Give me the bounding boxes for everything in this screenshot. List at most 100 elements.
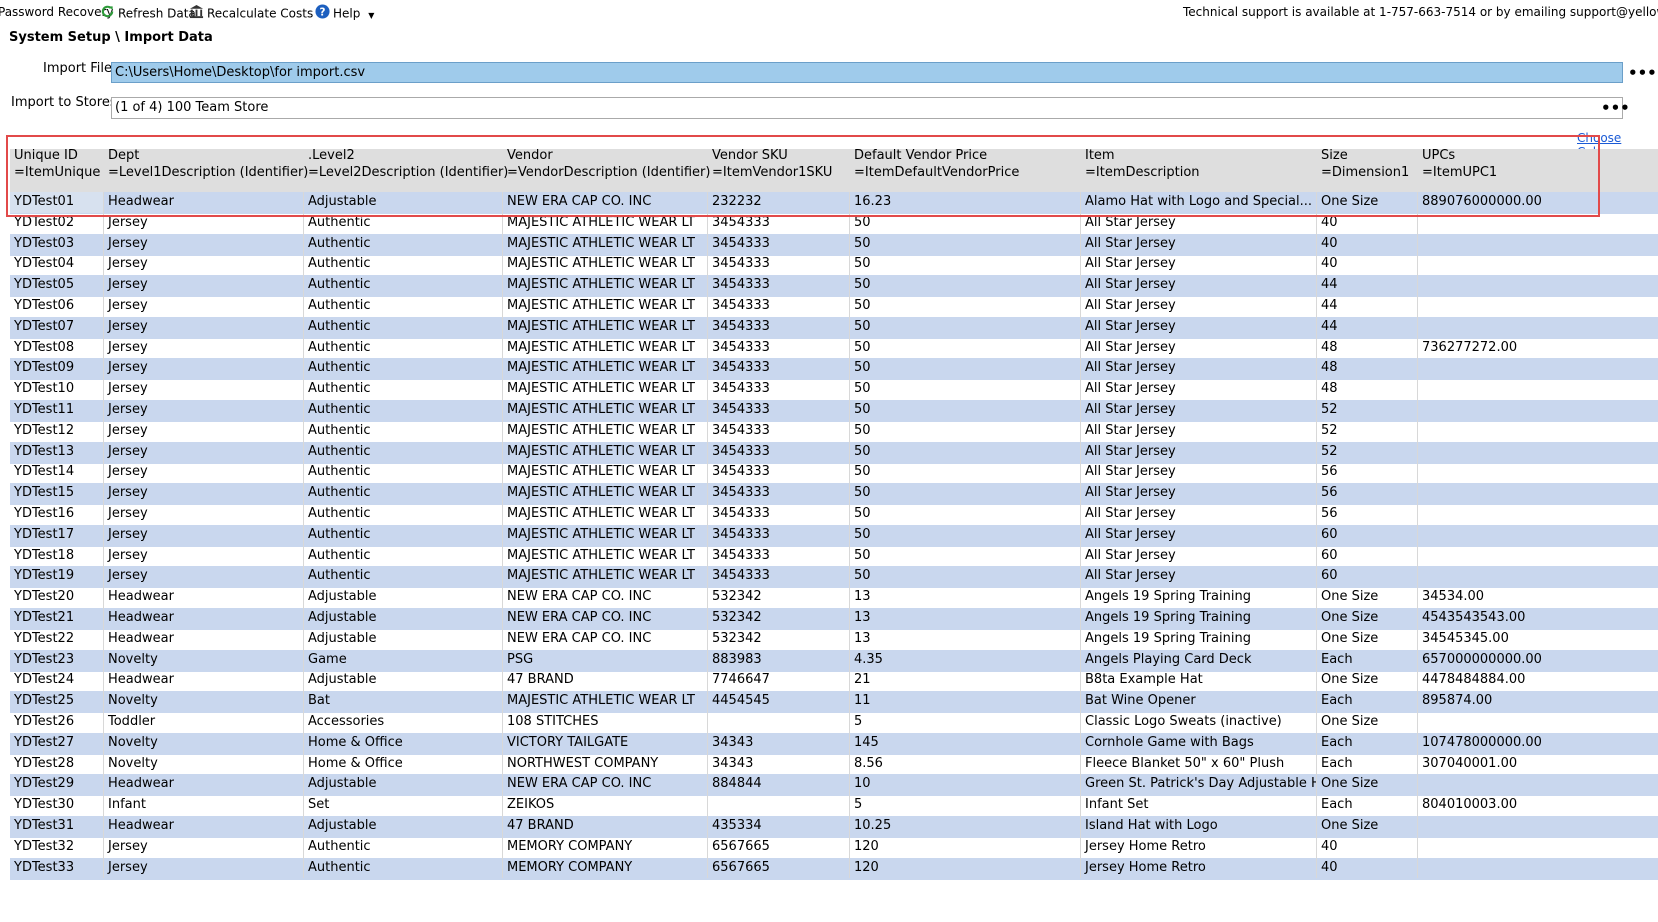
table-cell[interactable] — [1418, 275, 1658, 296]
table-cell[interactable]: YDTest26 — [10, 712, 104, 733]
table-cell[interactable]: All Star Jersey — [1081, 234, 1317, 255]
table-cell[interactable]: Novelty — [104, 754, 304, 775]
table-cell[interactable]: 657000000000.00 — [1418, 650, 1658, 671]
table-cell[interactable]: 50 — [850, 546, 1081, 567]
table-cell[interactable]: 50 — [850, 254, 1081, 275]
table-cell[interactable]: 50 — [850, 379, 1081, 400]
table-row[interactable]: YDTest15 Jersey Authentic MAJESTIC ATHLETIC… — [10, 483, 1658, 506]
table-cell[interactable] — [1418, 358, 1658, 379]
table-cell[interactable]: 307040001.00 — [1418, 754, 1658, 775]
table-row[interactable]: YDTest29 Headwear Adjustable NEW ERA CAP CO… — [10, 774, 1658, 797]
table-cell[interactable]: 3454333 — [708, 504, 850, 525]
table-cell[interactable]: 44 — [1317, 275, 1418, 296]
table-cell[interactable]: Each — [1317, 691, 1418, 712]
table-cell[interactable]: Green St. Patrick's Day Adjustable Hat — [1081, 774, 1317, 795]
column-header[interactable]: Dept =Level1Description (Identifier) — [108, 147, 308, 181]
table-cell[interactable]: Jersey — [104, 234, 304, 255]
table-cell[interactable]: 232232 — [708, 192, 850, 213]
table-cell[interactable]: Home & Office — [304, 733, 503, 754]
table-cell[interactable]: NEW ERA CAP CO. INC — [503, 192, 708, 213]
table-cell[interactable]: 8.56 — [850, 754, 1081, 775]
table-cell[interactable]: 3454333 — [708, 442, 850, 463]
table-cell[interactable]: 34343 — [708, 733, 850, 754]
table-cell[interactable]: Authentic — [304, 338, 503, 359]
table-cell[interactable]: All Star Jersey — [1081, 358, 1317, 379]
table-cell[interactable]: MAJESTIC ATHLETIC WEAR LT — [503, 234, 708, 255]
table-cell[interactable] — [1418, 400, 1658, 421]
table-cell[interactable]: YDTest20 — [10, 587, 104, 608]
table-cell[interactable]: Headwear — [104, 816, 304, 837]
table-cell[interactable]: 40 — [1317, 234, 1418, 255]
table-cell[interactable]: YDTest16 — [10, 504, 104, 525]
table-cell[interactable]: 56 — [1317, 462, 1418, 483]
table-cell[interactable]: Accessories — [304, 712, 503, 733]
table-cell[interactable]: 34343 — [708, 754, 850, 775]
table-cell[interactable]: 4543543543.00 — [1418, 608, 1658, 629]
table-row[interactable]: YDTest03 Jersey Authentic MAJESTIC ATHLETIC… — [10, 233, 1658, 256]
table-cell[interactable]: Jersey — [104, 296, 304, 317]
table-cell[interactable] — [1418, 296, 1658, 317]
table-cell[interactable]: MAJESTIC ATHLETIC WEAR LT — [503, 358, 708, 379]
table-cell[interactable]: B8ta Example Hat — [1081, 670, 1317, 691]
table-cell[interactable] — [1418, 816, 1658, 837]
import-stores-input[interactable]: (1 of 4) 100 Team Store — [111, 97, 1623, 119]
table-cell[interactable]: Authentic — [304, 546, 503, 567]
table-cell[interactable]: YDTest31 — [10, 816, 104, 837]
table-row[interactable]: YDTest19 Jersey Authentic MAJESTIC ATHLETIC… — [10, 566, 1658, 589]
table-cell[interactable] — [1418, 546, 1658, 567]
table-cell[interactable]: 40 — [1317, 213, 1418, 234]
table-cell[interactable]: 3454333 — [708, 234, 850, 255]
table-cell[interactable]: MAJESTIC ATHLETIC WEAR LT — [503, 442, 708, 463]
table-cell[interactable]: 50 — [850, 296, 1081, 317]
table-cell[interactable]: Headwear — [104, 587, 304, 608]
table-cell[interactable] — [1418, 462, 1658, 483]
table-cell[interactable]: Game — [304, 650, 503, 671]
table-cell[interactable]: All Star Jersey — [1081, 317, 1317, 338]
table-cell[interactable]: 34534.00 — [1418, 587, 1658, 608]
table-cell[interactable]: YDTest23 — [10, 650, 104, 671]
column-header[interactable]: UPCs =ItemUPC1 — [1422, 147, 1497, 181]
table-cell[interactable]: YDTest30 — [10, 795, 104, 816]
table-cell[interactable]: 13 — [850, 587, 1081, 608]
table-cell[interactable]: Novelty — [104, 691, 304, 712]
table-row[interactable]: YDTest27 Novelty Home & Office VICTORY TAIL… — [10, 732, 1658, 755]
table-cell[interactable]: Authentic — [304, 525, 503, 546]
table-cell[interactable]: Angels 19 Spring Training — [1081, 587, 1317, 608]
table-cell[interactable] — [1418, 379, 1658, 400]
table-cell[interactable]: 532342 — [708, 608, 850, 629]
table-cell[interactable]: Adjustable — [304, 774, 503, 795]
table-cell[interactable]: One Size — [1317, 192, 1418, 213]
table-cell[interactable]: All Star Jersey — [1081, 483, 1317, 504]
table-row[interactable]: YDTest02 Jersey Authentic MAJESTIC ATHLETIC… — [10, 213, 1658, 235]
table-row[interactable]: YDTest20 Headwear Adjustable NEW ERA CAP CO… — [10, 587, 1658, 609]
column-header[interactable]: Default Vendor Price =ItemDefaultVendorPr… — [854, 147, 1019, 181]
table-cell[interactable]: MAJESTIC ATHLETIC WEAR LT — [503, 525, 708, 546]
table-cell[interactable]: One Size — [1317, 774, 1418, 795]
table-cell[interactable]: MAJESTIC ATHLETIC WEAR LT — [503, 504, 708, 525]
table-cell[interactable]: Jersey — [104, 566, 304, 587]
table-cell[interactable]: 3454333 — [708, 379, 850, 400]
table-cell[interactable]: 50 — [850, 504, 1081, 525]
table-cell[interactable]: 10 — [850, 774, 1081, 795]
table-cell[interactable]: 895874.00 — [1418, 691, 1658, 712]
table-row[interactable]: YDTest17 Jersey Authentic MAJESTIC ATHLETIC… — [10, 524, 1658, 547]
table-cell[interactable]: YDTest13 — [10, 442, 104, 463]
table-cell[interactable]: VICTORY TAILGATE — [503, 733, 708, 754]
table-cell[interactable]: 11 — [850, 691, 1081, 712]
table-cell[interactable]: MAJESTIC ATHLETIC WEAR LT — [503, 483, 708, 504]
table-cell[interactable]: YDTest15 — [10, 483, 104, 504]
table-cell[interactable]: Authentic — [304, 358, 503, 379]
table-cell[interactable]: Jersey — [104, 462, 304, 483]
table-cell[interactable]: 804010003.00 — [1418, 795, 1658, 816]
table-row[interactable]: YDTest18 Jersey Authentic MAJESTIC ATHLETIC… — [10, 546, 1658, 568]
table-row[interactable]: YDTest08 Jersey Authentic MAJESTIC ATHLETIC… — [10, 338, 1658, 360]
table-cell[interactable]: 4478484884.00 — [1418, 670, 1658, 691]
table-cell[interactable]: Jersey — [104, 504, 304, 525]
table-cell[interactable]: All Star Jersey — [1081, 504, 1317, 525]
table-cell[interactable]: 16.23 — [850, 192, 1081, 213]
table-cell[interactable]: YDTest14 — [10, 462, 104, 483]
table-cell[interactable]: ZEIKOS — [503, 795, 708, 816]
table-cell[interactable]: 3454333 — [708, 525, 850, 546]
table-cell[interactable]: One Size — [1317, 816, 1418, 837]
table-cell[interactable]: Classic Logo Sweats (inactive) — [1081, 712, 1317, 733]
